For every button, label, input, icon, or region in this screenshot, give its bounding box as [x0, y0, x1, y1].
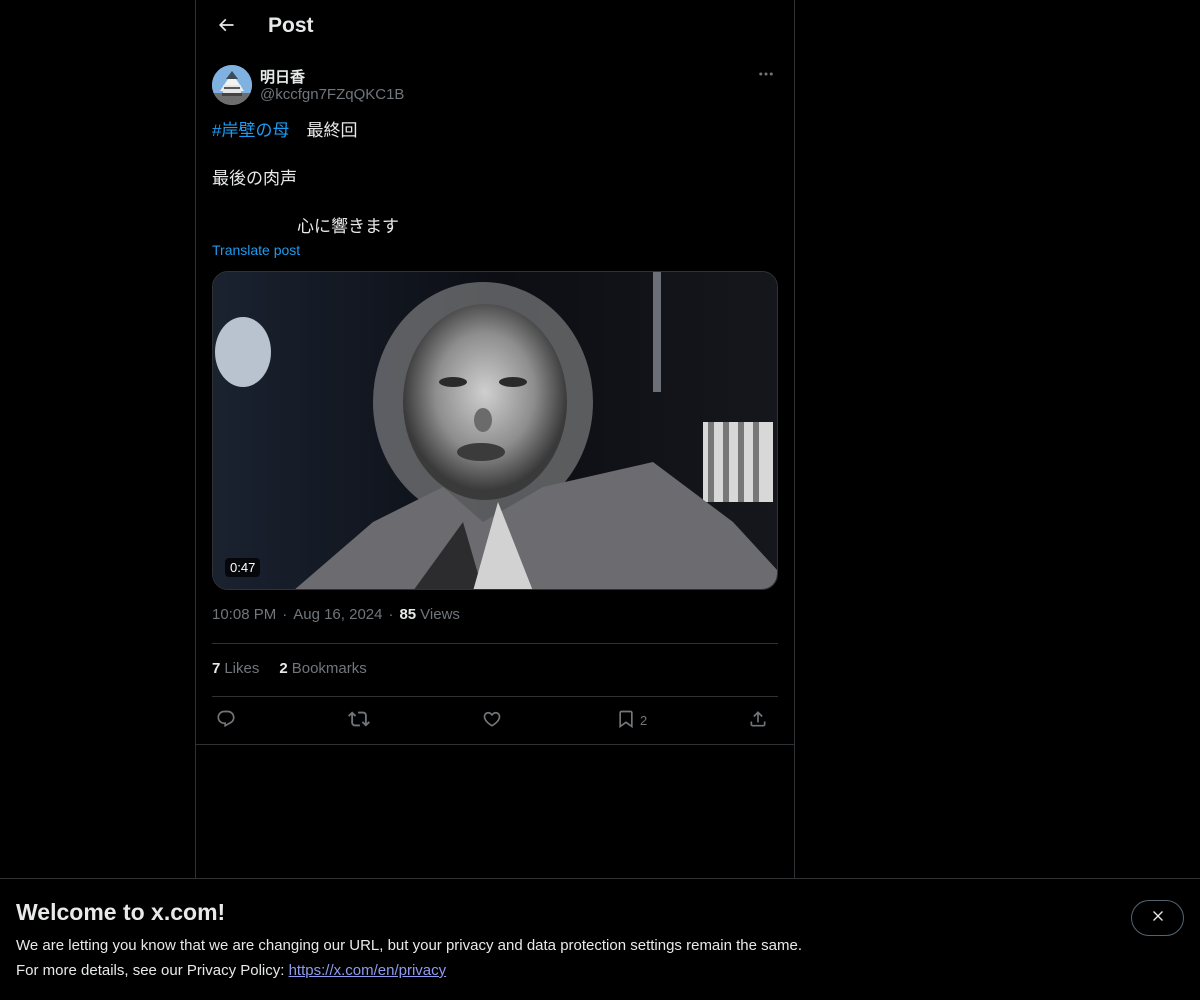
likes-stat[interactable]: 7 Likes [212, 660, 259, 677]
arrow-left-icon [216, 15, 236, 40]
bookmarks-count: 2 [279, 660, 288, 677]
hashtag-link[interactable]: #岸壁の母 [212, 121, 289, 140]
reply-icon [216, 709, 236, 732]
post-line-3: 心に響きます [212, 217, 399, 236]
close-banner-button[interactable] [1131, 900, 1184, 936]
post-line-1-text: 最終回 [289, 121, 358, 140]
avatar[interactable] [212, 65, 252, 105]
likes-count: 7 [212, 660, 221, 677]
divider [196, 744, 794, 745]
like-button[interactable] [482, 706, 502, 734]
privacy-policy-link[interactable]: https://x.com/en/privacy [289, 962, 447, 979]
views-count: 85 [399, 606, 417, 623]
bookmarks-label: Bookmarks [291, 660, 367, 677]
post-meta: 10:08 PM · Aug 16, 2024 · 85 Views [212, 606, 778, 623]
banner-text-prefix: For more details, see our Privacy Policy… [16, 962, 289, 979]
reply-button[interactable] [216, 706, 236, 734]
user-handle[interactable]: @kccfgn7FZqQKC1B [260, 86, 404, 103]
share-icon [748, 709, 768, 732]
repost-button[interactable] [348, 706, 370, 734]
bookmark-count: 2 [640, 712, 648, 728]
video-thumbnail [213, 272, 777, 589]
translate-post-link[interactable]: Translate post [212, 242, 300, 258]
post-stats: 7 Likes 2 Bookmarks [212, 660, 367, 677]
bookmark-button[interactable]: 2 [616, 706, 647, 734]
banner-text: We are letting you know that we are chan… [16, 937, 802, 954]
views-label: Views [420, 606, 460, 623]
video-player[interactable]: 0:47 [212, 271, 778, 590]
repost-icon [348, 708, 370, 733]
page-title: Post [268, 14, 314, 37]
post-text: #岸壁の母 最終回 最後の肉声 心に響きます [212, 119, 778, 239]
post-line-1: #岸壁の母 最終回 [212, 119, 778, 143]
back-button[interactable] [208, 9, 244, 45]
share-button[interactable] [748, 706, 768, 734]
post-author: 明日香 @kccfgn7FZqQKC1B [212, 64, 778, 108]
likes-label: Likes [224, 660, 260, 677]
post-actions: 2 [212, 706, 778, 734]
divider [212, 643, 778, 644]
post-date[interactable]: Aug 16, 2024 [293, 606, 382, 623]
banner-text: For more details, see our Privacy Policy… [16, 962, 446, 979]
meta-separator: · [282, 606, 288, 623]
meta-separator: · [388, 606, 394, 623]
main-column: Post 明日香 @kccfgn7FZqQKC1B #岸壁の母 最終回 最後の肉… [195, 0, 795, 880]
heart-icon [482, 709, 502, 732]
video-duration-badge: 0:47 [225, 558, 261, 577]
post-header: Post [196, 0, 794, 54]
more-options-button[interactable] [754, 64, 778, 88]
banner-title: Welcome to x.com! [16, 899, 226, 925]
more-horizontal-icon [757, 65, 775, 88]
divider [212, 696, 778, 697]
close-icon [1150, 908, 1166, 929]
post-time[interactable]: 10:08 PM [212, 606, 276, 623]
display-name[interactable]: 明日香 [260, 66, 305, 87]
post-line-2: 最後の肉声 [212, 169, 297, 188]
welcome-banner: Welcome to x.com! We are letting you kno… [0, 878, 1200, 1000]
bookmarks-stat[interactable]: 2 Bookmarks [279, 660, 366, 677]
bookmark-icon [616, 709, 636, 732]
